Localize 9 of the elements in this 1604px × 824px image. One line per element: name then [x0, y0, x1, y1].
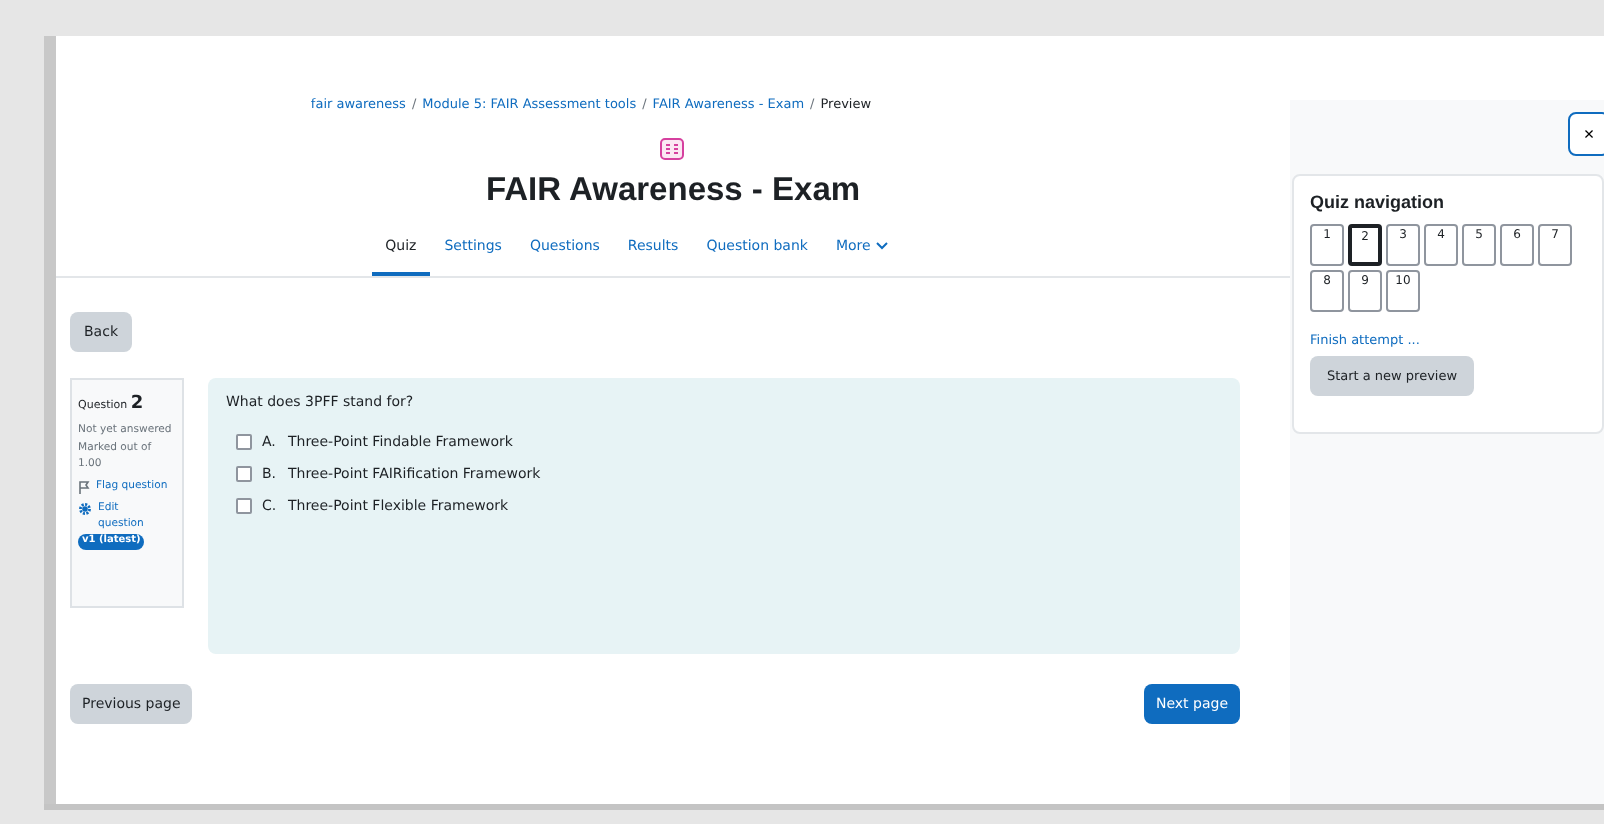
- close-button[interactable]: ×: [1568, 112, 1604, 156]
- quiz-icon: [660, 138, 684, 160]
- checkbox[interactable]: [236, 434, 252, 450]
- page-title: FAIR Awareness - Exam: [485, 172, 861, 210]
- checkbox[interactable]: [236, 498, 252, 514]
- checkbox[interactable]: [236, 466, 252, 482]
- gear-icon: [78, 502, 92, 517]
- quiz-navigation-title: Quiz navigation: [1310, 192, 1447, 212]
- flag-icon: [78, 480, 90, 495]
